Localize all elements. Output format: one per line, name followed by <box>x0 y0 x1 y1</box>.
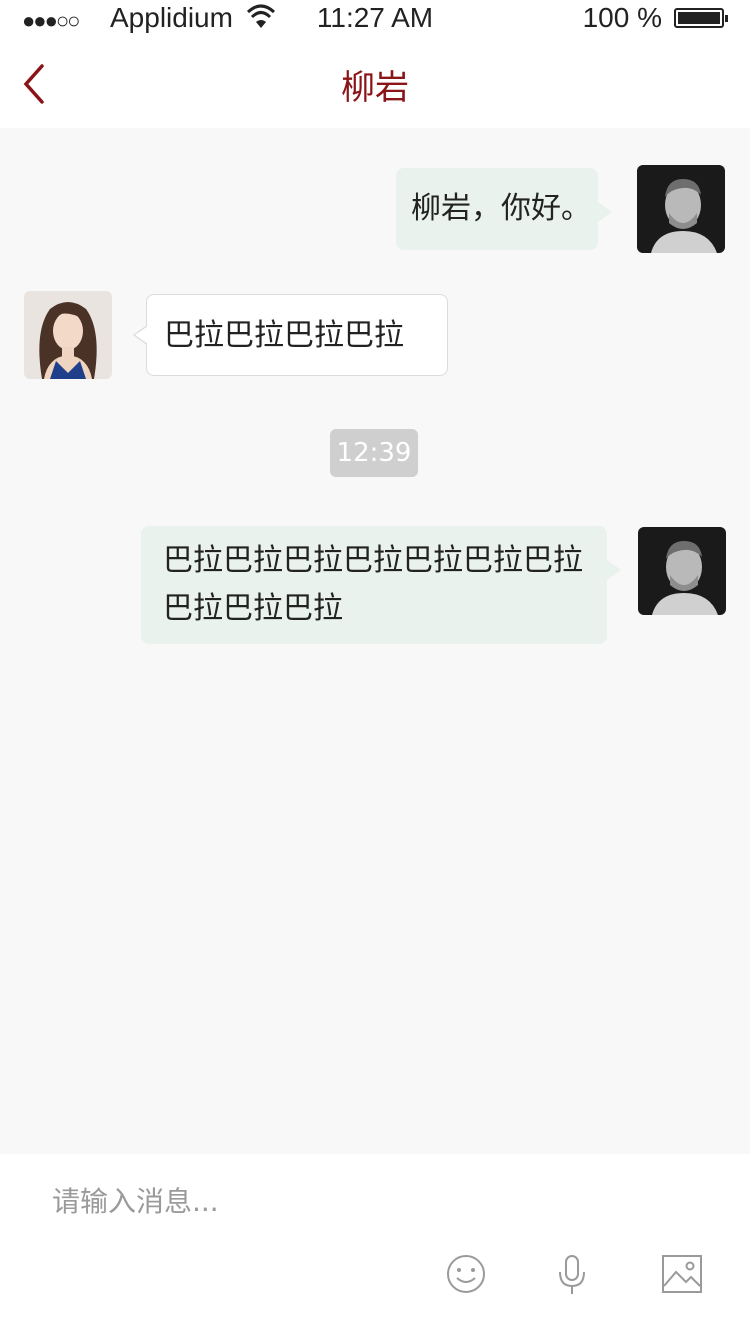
message-input[interactable] <box>50 1178 704 1224</box>
image-button[interactable] <box>660 1252 704 1296</box>
my-avatar[interactable] <box>637 165 725 253</box>
message-text: 柳岩，你好。 <box>411 191 591 226</box>
my-avatar[interactable] <box>638 527 726 615</box>
message-text: 巴拉巴拉巴拉巴拉 <box>164 318 404 353</box>
message-composer <box>0 1154 750 1334</box>
message-timestamp: 12:39 <box>330 429 418 477</box>
contact-avatar[interactable] <box>24 291 112 379</box>
page-title: 柳岩 <box>341 68 409 108</box>
message-bubble-sent[interactable]: 巴拉巴拉巴拉巴拉巴拉巴拉巴拉巴拉巴拉巴拉 <box>141 526 621 644</box>
navigation-bar: 柳岩 <box>0 40 750 128</box>
message-bubble-received[interactable]: 巴拉巴拉巴拉巴拉 <box>133 294 448 376</box>
message-bubble-sent[interactable]: 柳岩，你好。 <box>396 168 612 250</box>
image-icon <box>662 1255 702 1293</box>
message-text: 巴拉巴拉巴拉巴拉巴拉巴拉巴拉巴拉巴拉巴拉 <box>163 543 583 626</box>
message-list[interactable]: 柳岩，你好。 巴拉巴拉巴拉巴拉 12:39 巴拉巴拉巴拉巴拉巴拉巴拉巴拉巴拉巴拉… <box>0 128 750 1153</box>
emoji-icon <box>447 1255 485 1293</box>
status-bar: ●●●○○ Applidium 11:27 AM 100 % <box>0 0 750 40</box>
voice-button[interactable] <box>550 1252 594 1296</box>
battery-percentage: 100 % <box>582 2 662 33</box>
emoji-button[interactable] <box>444 1252 488 1296</box>
battery-icon <box>674 8 728 28</box>
microphone-icon <box>559 1255 585 1294</box>
